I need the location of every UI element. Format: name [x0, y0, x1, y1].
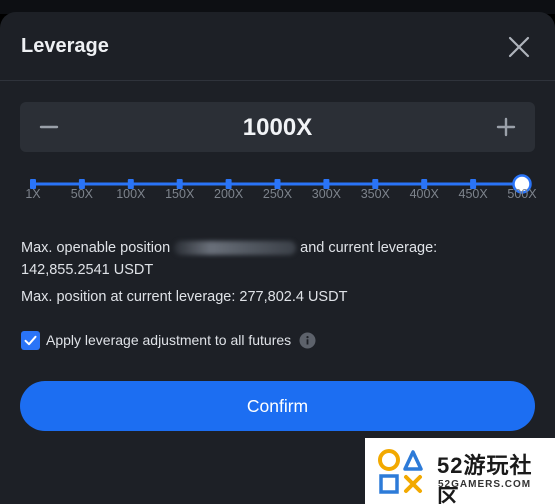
slider-tick-label: 50X: [70, 187, 94, 201]
slider-tick-label: 300X: [311, 187, 341, 201]
plus-icon[interactable]: [481, 102, 531, 152]
watermark-site: 52GAMERS.COM: [438, 479, 532, 490]
info-circle-icon[interactable]: [299, 332, 316, 349]
slider-tick-label: 500X: [507, 187, 537, 201]
slider-tick-label: 1X: [25, 187, 41, 201]
redacted-value: [174, 241, 297, 256]
slider-tick-label: 450X: [458, 187, 488, 201]
slider-tick-label: 350X: [360, 187, 390, 201]
apply-all-label[interactable]: Apply leverage adjustment to all futures: [46, 332, 291, 348]
openable-position-value: 142,855.2541 USDT: [21, 262, 154, 278]
slider-tick-label: 100X: [116, 187, 146, 201]
slider-tick-label: 150X: [165, 187, 195, 201]
openable-position-suffix: and current leverage:: [300, 240, 438, 256]
slider-tick-label: 250X: [262, 187, 293, 201]
close-icon[interactable]: [506, 34, 532, 60]
leverage-slider[interactable]: [20, 160, 535, 194]
leverage-value[interactable]: 1000X: [20, 114, 535, 142]
slider-tick-label: 200X: [213, 187, 244, 201]
modal-title: Leverage: [21, 35, 109, 57]
openable-position-text: Max. openable position and current levera…: [21, 237, 541, 281]
checkmark-icon: [24, 335, 37, 345]
leverage-stepper: 1000X: [20, 102, 535, 152]
watermark-brand: 52游玩社区: [437, 453, 533, 504]
max-position-text: Max. position at current leverage: 277,8…: [21, 289, 348, 305]
slider-tick-labels: 1X 50X 100X 150X 200X 250X 300X 350X 400X 450X 500…: [0, 187, 555, 203]
confirm-button[interactable]: Confirm: [20, 381, 535, 431]
watermark-icon: [378, 449, 423, 494]
header-divider: [0, 80, 555, 81]
slider-tick-label: 400X: [409, 187, 439, 201]
apply-all-checkbox[interactable]: [21, 330, 40, 350]
watermark-logo: 52游玩社区 52GAMERS.COM: [365, 438, 555, 504]
apply-all-row: Apply leverage adjustment to all futures: [21, 330, 316, 350]
openable-position-prefix: Max. openable position: [21, 240, 171, 256]
